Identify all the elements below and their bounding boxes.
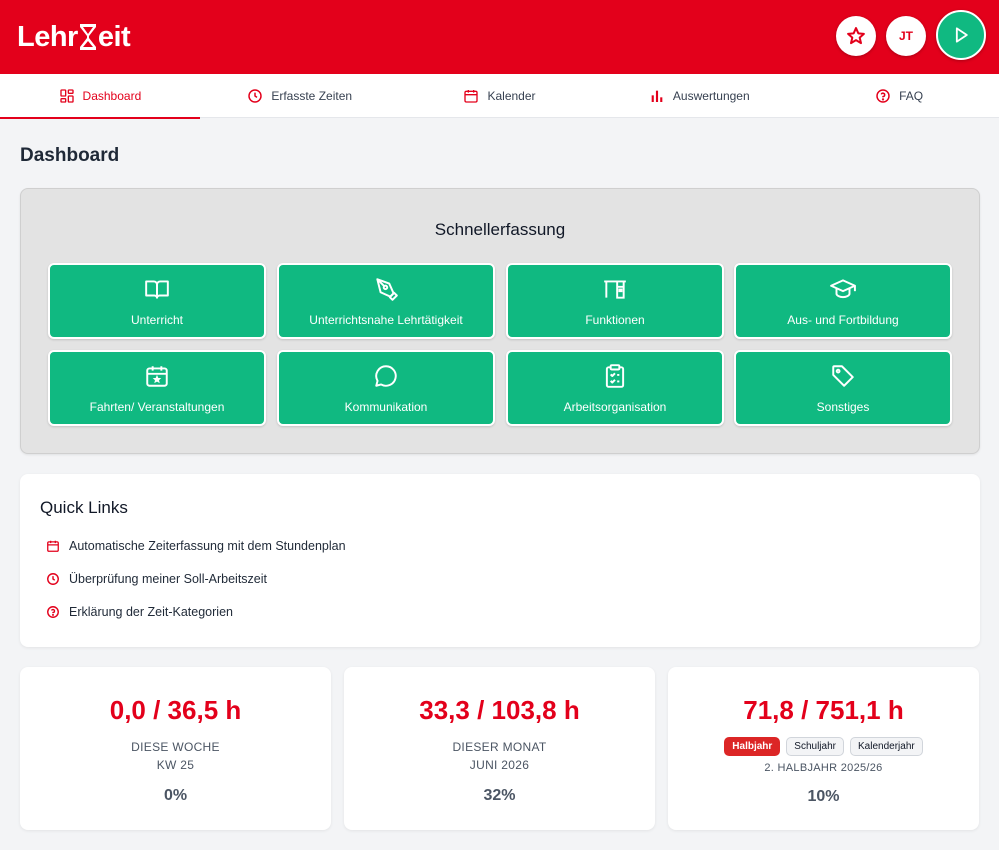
quick-entry-kommunikation[interactable]: Kommunikation	[277, 350, 495, 426]
quick-entry-label: Aus- und Fortbildung	[787, 312, 899, 327]
calendar-icon	[47, 540, 59, 552]
clock-icon	[47, 573, 59, 585]
quick-entry-label: Kommunikation	[344, 399, 428, 414]
grid-icon	[59, 89, 74, 103]
star-icon	[847, 27, 865, 45]
calendar-icon	[464, 90, 479, 103]
quick-entry-unterrichtsnahe-lehrtaetigkeit[interactable]: Unterrichtsnahe Lehrtätigkeit	[277, 263, 495, 339]
user-avatar[interactable]: JT	[886, 16, 926, 56]
logo-text-right: eit	[97, 20, 131, 53]
hourglass-icon	[79, 24, 96, 50]
logo-text-left: Lehr	[17, 20, 78, 53]
stat-subtitle: KW 25	[156, 758, 195, 772]
stat-value: 33,3 / 103,8 h	[419, 695, 580, 725]
quick-link-stundenplan[interactable]: Automatische Zeiterfassung mit dem Stund…	[46, 539, 346, 553]
play-icon	[955, 27, 968, 43]
quick-link-label: Überprüfung meiner Soll-Arbeitszeit	[69, 572, 268, 586]
main-nav: Dashboard Erfasste Zeiten Kalender Auswe…	[0, 74, 999, 119]
period-selector: Halbjahr Schuljahr Kalenderjahr	[668, 737, 979, 756]
quick-link-label: Erklärung der Zeit-Kategorien	[69, 605, 233, 619]
quick-entry-title: Schnellerfassung	[434, 220, 566, 239]
tab-label: FAQ	[899, 89, 924, 103]
tab-faq[interactable]: FAQ	[799, 74, 999, 118]
quick-entry-arbeitsorganisation[interactable]: Arbeitsorganisation	[506, 350, 724, 426]
graduation-cap-icon	[830, 278, 856, 298]
help-circle-icon	[876, 89, 890, 103]
quick-entry-label: Sonstiges	[816, 399, 870, 414]
quick-entry-label: Unterrichtsnahe Lehrtätigkeit	[309, 312, 463, 327]
book-icon	[145, 279, 169, 299]
stat-card-week: 0,0 / 36,5 h DIESE WOCHE KW 25 0%	[20, 667, 331, 830]
tab-label: Auswertungen	[672, 89, 750, 103]
stat-subtitle: 2. HALBJAHR 2025/26	[764, 762, 883, 774]
period-option-schuljahr[interactable]: Schuljahr	[786, 737, 844, 756]
stat-value: 0,0 / 36,5 h	[109, 695, 242, 725]
stat-value: 71,8 / 751,1 h	[743, 695, 904, 725]
quick-entry-label: Arbeitsorganisation	[563, 399, 667, 414]
stat-percent: 0%	[163, 787, 188, 804]
quick-entry-sonstiges[interactable]: Sonstiges	[734, 350, 952, 426]
tag-icon	[832, 364, 854, 387]
quick-entry-unterricht[interactable]: Unterricht	[48, 263, 266, 339]
favorites-button[interactable]	[836, 16, 876, 56]
tab-erfasste-zeiten[interactable]: Erfasste Zeiten	[200, 74, 400, 118]
help-circle-icon	[47, 606, 59, 618]
bar-chart-icon	[651, 90, 663, 102]
start-timer-button[interactable]	[936, 10, 986, 60]
stat-percent: 10%	[807, 788, 840, 805]
quick-link-label: Automatische Zeiterfassung mit dem Stund…	[69, 539, 346, 553]
tab-label: Dashboard	[82, 89, 142, 103]
calendar-star-icon	[146, 365, 168, 387]
quick-entry-panel: Schnellerfassung Unterricht Unterrichtsn…	[20, 188, 980, 454]
stat-label: DIESER MONAT	[452, 740, 547, 754]
tab-auswertungen[interactable]: Auswertungen	[599, 74, 799, 118]
tab-dashboard[interactable]: Dashboard	[0, 74, 200, 119]
stat-card-month: 33,3 / 103,8 h DIESER MONAT JUNI 2026 32…	[344, 667, 655, 830]
quick-entry-label: Unterricht	[130, 312, 183, 327]
stat-card-period: 71,8 / 751,1 h Halbjahr Schuljahr Kalend…	[668, 667, 979, 830]
app-logo[interactable]: Lehr eit	[17, 20, 131, 54]
period-option-halbjahr[interactable]: Halbjahr	[724, 737, 781, 756]
quick-entry-funktionen[interactable]: Funktionen	[506, 263, 724, 339]
page-title: Dashboard	[20, 145, 120, 166]
desk-icon	[604, 279, 626, 299]
quick-link-soll-arbeitszeit[interactable]: Überprüfung meiner Soll-Arbeitszeit	[46, 572, 267, 586]
period-option-kalenderjahr[interactable]: Kalenderjahr	[850, 737, 923, 756]
stat-label: DIESE WOCHE	[131, 740, 220, 754]
quick-links-title: Quick Links	[40, 498, 128, 517]
stat-subtitle: JUNI 2026	[469, 758, 530, 772]
quick-entry-fahrten-veranstaltungen[interactable]: Fahrten/ Veranstaltungen	[48, 350, 266, 426]
tab-label: Kalender	[487, 89, 536, 103]
quick-links-card: Quick Links Automatische Zeiterfassung m…	[20, 474, 980, 647]
clock-icon	[248, 89, 263, 103]
quick-entry-aus-und-fortbildung[interactable]: Aus- und Fortbildung	[734, 263, 952, 339]
quick-entry-label: Fahrten/ Veranstaltungen	[89, 399, 225, 414]
chat-bubble-icon	[375, 364, 397, 387]
tab-label: Erfasste Zeiten	[271, 89, 353, 103]
pen-tool-icon	[376, 277, 398, 301]
stat-percent: 32%	[483, 787, 516, 804]
app-header: Lehr eit JT	[0, 0, 999, 74]
quick-link-zeit-kategorien[interactable]: Erklärung der Zeit-Kategorien	[46, 605, 233, 619]
clipboard-check-icon	[605, 363, 625, 388]
quick-entry-label: Funktionen	[585, 312, 645, 327]
tab-kalender[interactable]: Kalender	[400, 74, 600, 118]
